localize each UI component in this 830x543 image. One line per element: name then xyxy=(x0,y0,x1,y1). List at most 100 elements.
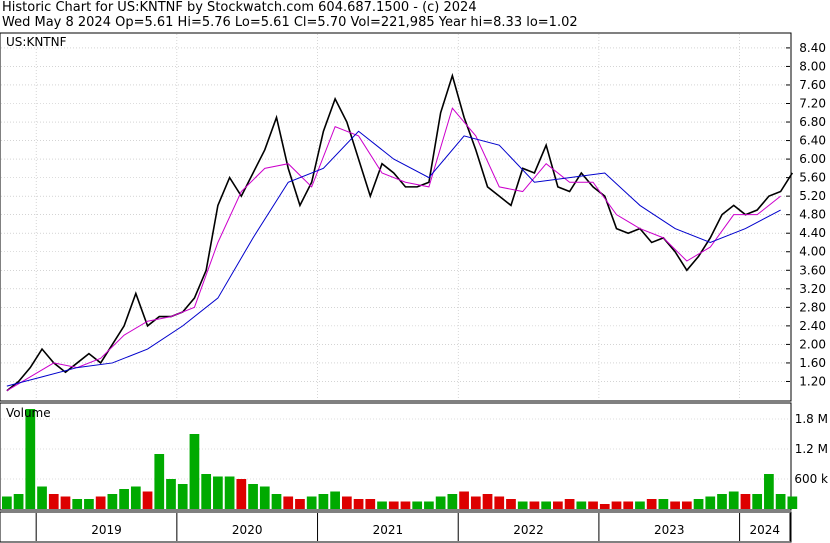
year-label: 2021 xyxy=(373,523,404,537)
volume-bar xyxy=(553,501,563,509)
volume-bar xyxy=(37,486,47,509)
volume-bar xyxy=(60,496,71,509)
volume-bar xyxy=(611,501,622,509)
volume-bar xyxy=(271,494,282,509)
volume-bar xyxy=(447,494,458,509)
volume-tick-label: 1.2 M xyxy=(795,442,828,456)
volume-bar xyxy=(142,491,153,509)
volume-bar xyxy=(166,479,176,509)
year-label: 2020 xyxy=(232,523,263,537)
volume-bar xyxy=(130,486,141,509)
price-tick-label: 2.00 xyxy=(799,337,826,351)
year-label: 2019 xyxy=(91,523,122,537)
volume-bar xyxy=(459,491,469,509)
volume-bar xyxy=(25,409,36,509)
volume-bar xyxy=(95,496,106,509)
volume-bar xyxy=(213,476,223,509)
volume-bar xyxy=(189,434,200,509)
volume-bar xyxy=(353,499,364,509)
volume-bar xyxy=(177,484,188,509)
volume-bar xyxy=(435,496,446,509)
price-tick-label: 4.00 xyxy=(799,245,826,259)
volume-bar xyxy=(330,491,340,509)
volume-bar xyxy=(248,484,258,509)
volume-bar xyxy=(623,501,634,509)
volume-bar xyxy=(236,479,247,509)
price-tick-label: 7.20 xyxy=(799,96,826,110)
volume-bar xyxy=(400,501,411,509)
price-tick-label: 7.60 xyxy=(799,78,826,92)
volume-bar xyxy=(224,476,235,509)
volume-bar xyxy=(318,494,329,509)
volume-bar xyxy=(201,474,212,509)
volume-bar xyxy=(576,501,587,509)
price-tick-label: 5.60 xyxy=(799,171,826,185)
price-tick-label: 1.60 xyxy=(799,356,826,370)
volume-bar xyxy=(365,499,376,509)
price-tick-label: 8.00 xyxy=(799,59,826,73)
volume-bar xyxy=(295,499,305,509)
volume-bar xyxy=(2,496,12,509)
volume-bar xyxy=(154,454,165,509)
volume-bar xyxy=(646,499,657,509)
volume-bar xyxy=(541,501,552,509)
volume-bar xyxy=(13,494,24,509)
volume-bar xyxy=(412,501,423,509)
volume-bar xyxy=(705,496,716,509)
price-panel-frame xyxy=(0,32,792,402)
volume-bar xyxy=(693,499,704,509)
volume-bar xyxy=(564,499,575,509)
volume-bar xyxy=(728,491,739,509)
volume-panel-title: Volume xyxy=(6,406,51,420)
volume-bar xyxy=(84,499,94,509)
price-tick-label: 6.80 xyxy=(799,115,826,129)
price-tick-label: 5.20 xyxy=(799,189,826,203)
volume-bar xyxy=(681,501,692,509)
volume-bar xyxy=(424,501,434,509)
price-tick-label: 1.20 xyxy=(799,374,826,388)
volume-bar xyxy=(529,501,540,509)
volume-bar xyxy=(72,499,83,509)
volume-bar xyxy=(259,486,270,509)
price-tick-label: 4.40 xyxy=(799,226,826,240)
price-tick-label: 3.20 xyxy=(799,282,826,296)
volume-bar xyxy=(599,504,610,509)
price-tick-label: 4.80 xyxy=(799,208,826,222)
volume-bar xyxy=(482,494,493,509)
price-axis: 8.40 8.00 7.60 7.20 6.80 6.40 6.00 5.60 5.20 4.80… xyxy=(786,41,826,388)
volume-bar xyxy=(283,496,294,509)
volume-bar xyxy=(494,496,505,509)
volume-bar xyxy=(306,496,317,509)
volume-bar xyxy=(752,494,763,509)
volume-bar xyxy=(388,501,399,509)
year-label: 2024 xyxy=(750,523,781,537)
price-tick-label: 2.40 xyxy=(799,319,826,333)
volume-bar xyxy=(670,501,680,509)
volume-bar xyxy=(717,494,727,509)
volume-bar xyxy=(775,494,786,509)
price-tick-label: 2.80 xyxy=(799,300,826,314)
volume-bar xyxy=(506,499,516,509)
volume-bar xyxy=(764,474,774,509)
volume-bar xyxy=(470,496,481,509)
volume-axis: 1.8 M 1.2 M 600 k xyxy=(794,412,828,486)
volume-bar xyxy=(377,501,387,509)
price-tick-label: 6.00 xyxy=(799,152,826,166)
volume-bar xyxy=(517,501,528,509)
year-label: 2023 xyxy=(654,523,685,537)
volume-tick-label: 1.8 M xyxy=(795,412,828,426)
volume-bar xyxy=(48,494,59,509)
volume-bar xyxy=(787,496,798,509)
price-tick-label: 3.60 xyxy=(799,263,826,277)
stock-chart: 8.40 8.00 7.60 7.20 6.80 6.40 6.00 5.60 5.20 4.80… xyxy=(0,32,828,543)
volume-bar xyxy=(119,489,129,509)
volume-bar xyxy=(341,496,352,509)
volume-bar xyxy=(740,494,751,509)
year-label: 2022 xyxy=(513,523,544,537)
volume-bar xyxy=(658,499,669,509)
price-panel-title: US:KNTNF xyxy=(6,35,67,49)
volume-bar xyxy=(635,501,645,509)
price-tick-label: 6.40 xyxy=(799,134,826,148)
volume-tick-label: 600 k xyxy=(794,472,828,486)
price-tick-label: 8.40 xyxy=(799,41,826,55)
